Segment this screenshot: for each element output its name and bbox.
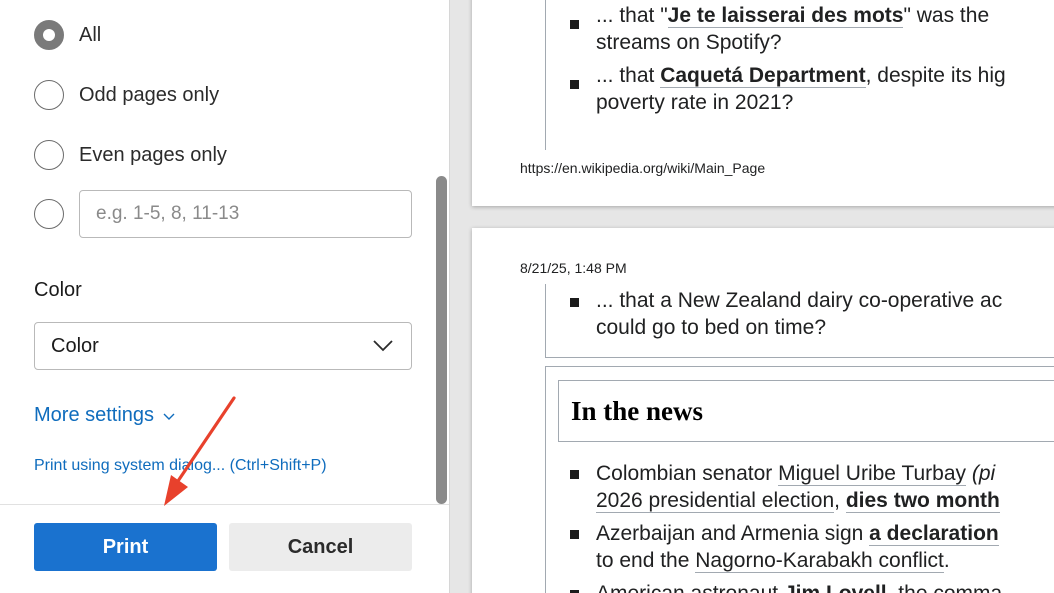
chevron-down-icon (373, 340, 393, 352)
system-dialog-link[interactable]: Print using system dialog... (Ctrl+Shift… (34, 457, 327, 475)
print-settings-panel: All Odd pages only Even pages only Color… (0, 0, 450, 593)
radio-even[interactable] (34, 140, 64, 170)
pages-option-custom[interactable] (34, 199, 64, 229)
news-item: American astronaut Jim Lovell, the comma (596, 581, 1002, 593)
preview-page-2: 8/21/25, 1:48 PM ... that a New Zealand … (472, 228, 1054, 593)
page-header-date: 8/21/25, 1:48 PM (520, 260, 627, 276)
pages-option-all[interactable]: All (34, 20, 101, 50)
pages-option-label: All (79, 23, 102, 46)
page-range-input[interactable] (79, 190, 412, 238)
footer-divider (0, 504, 449, 505)
radio-all[interactable] (34, 20, 64, 50)
news-item-cont: 2026 presidential election, dies two mon… (596, 489, 1000, 513)
dyk-item-cont: could go to bed on time? (596, 316, 826, 339)
dyk-item-cont: poverty rate in 2021? (596, 91, 794, 114)
radio-custom-range[interactable] (34, 199, 64, 229)
more-settings-label: More settings (34, 404, 155, 426)
news-heading: In the news (571, 396, 704, 426)
chevron-down-icon (163, 413, 175, 420)
dyk-item: ... that Caquetá Department, despite its… (596, 64, 1006, 88)
news-item-cont: to end the Nagorno-Karabakh conflict. (596, 549, 950, 573)
news-item: Azerbaijan and Armenia sign a declaratio… (596, 522, 999, 546)
dyk-item-cont: streams on Spotify? (596, 31, 782, 54)
radio-odd[interactable] (34, 80, 64, 110)
dyk-item: ... that a New Zealand dairy co-operativ… (596, 289, 1003, 312)
pages-option-odd[interactable]: Odd pages only (34, 80, 219, 110)
page-footer-url: https://en.wikipedia.org/wiki/Main_Page (520, 160, 766, 176)
pages-option-even[interactable]: Even pages only (34, 140, 227, 170)
pages-option-label: Odd pages only (79, 83, 220, 106)
pages-option-label: Even pages only (79, 143, 227, 166)
color-select[interactable]: Color (34, 322, 412, 370)
print-preview-area: ... that "Je te laisserai des mots" was … (450, 0, 1054, 593)
color-select-value: Color (51, 334, 99, 357)
print-button[interactable]: Print (34, 523, 217, 571)
preview-page-1: ... that "Je te laisserai des mots" was … (472, 0, 1054, 206)
panel-scrollbar-thumb[interactable] (436, 176, 447, 504)
dyk-item: ... that "Je te laisserai des mots" was … (596, 4, 990, 28)
news-item: Colombian senator Miguel Uribe Turbay (p… (596, 462, 996, 486)
more-settings-link[interactable]: More settings (34, 404, 175, 427)
cancel-button[interactable]: Cancel (229, 523, 412, 571)
color-section-label: Color (34, 279, 82, 301)
